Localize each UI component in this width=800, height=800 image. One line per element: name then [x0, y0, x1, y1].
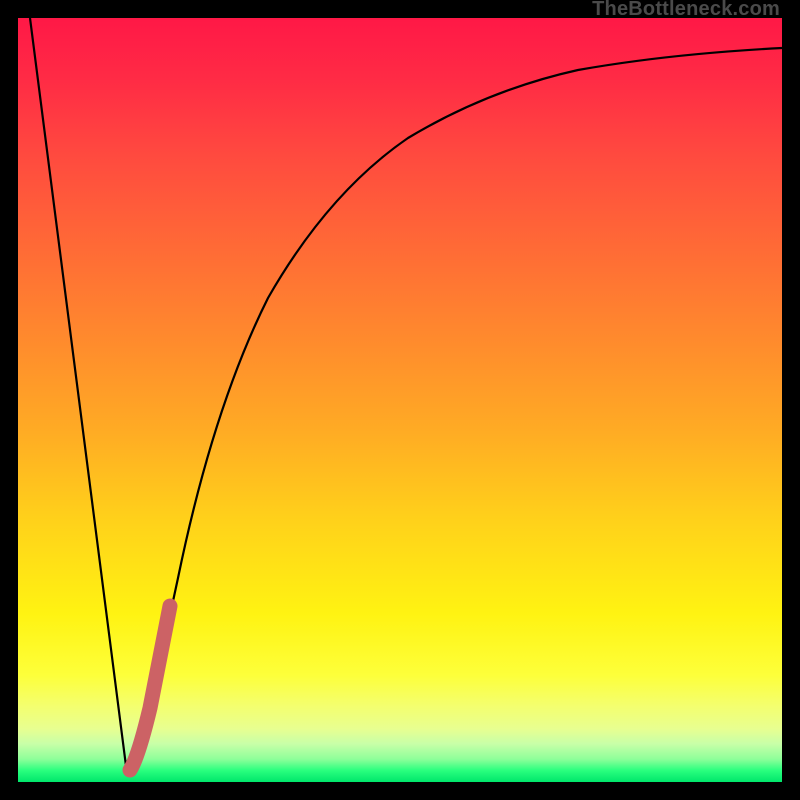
bottleneck-curve — [30, 18, 782, 770]
chart-frame: TheBottleneck.com — [0, 0, 800, 800]
curve-layer — [18, 18, 782, 782]
highlight-segment — [130, 606, 170, 770]
plot-area — [18, 18, 782, 782]
